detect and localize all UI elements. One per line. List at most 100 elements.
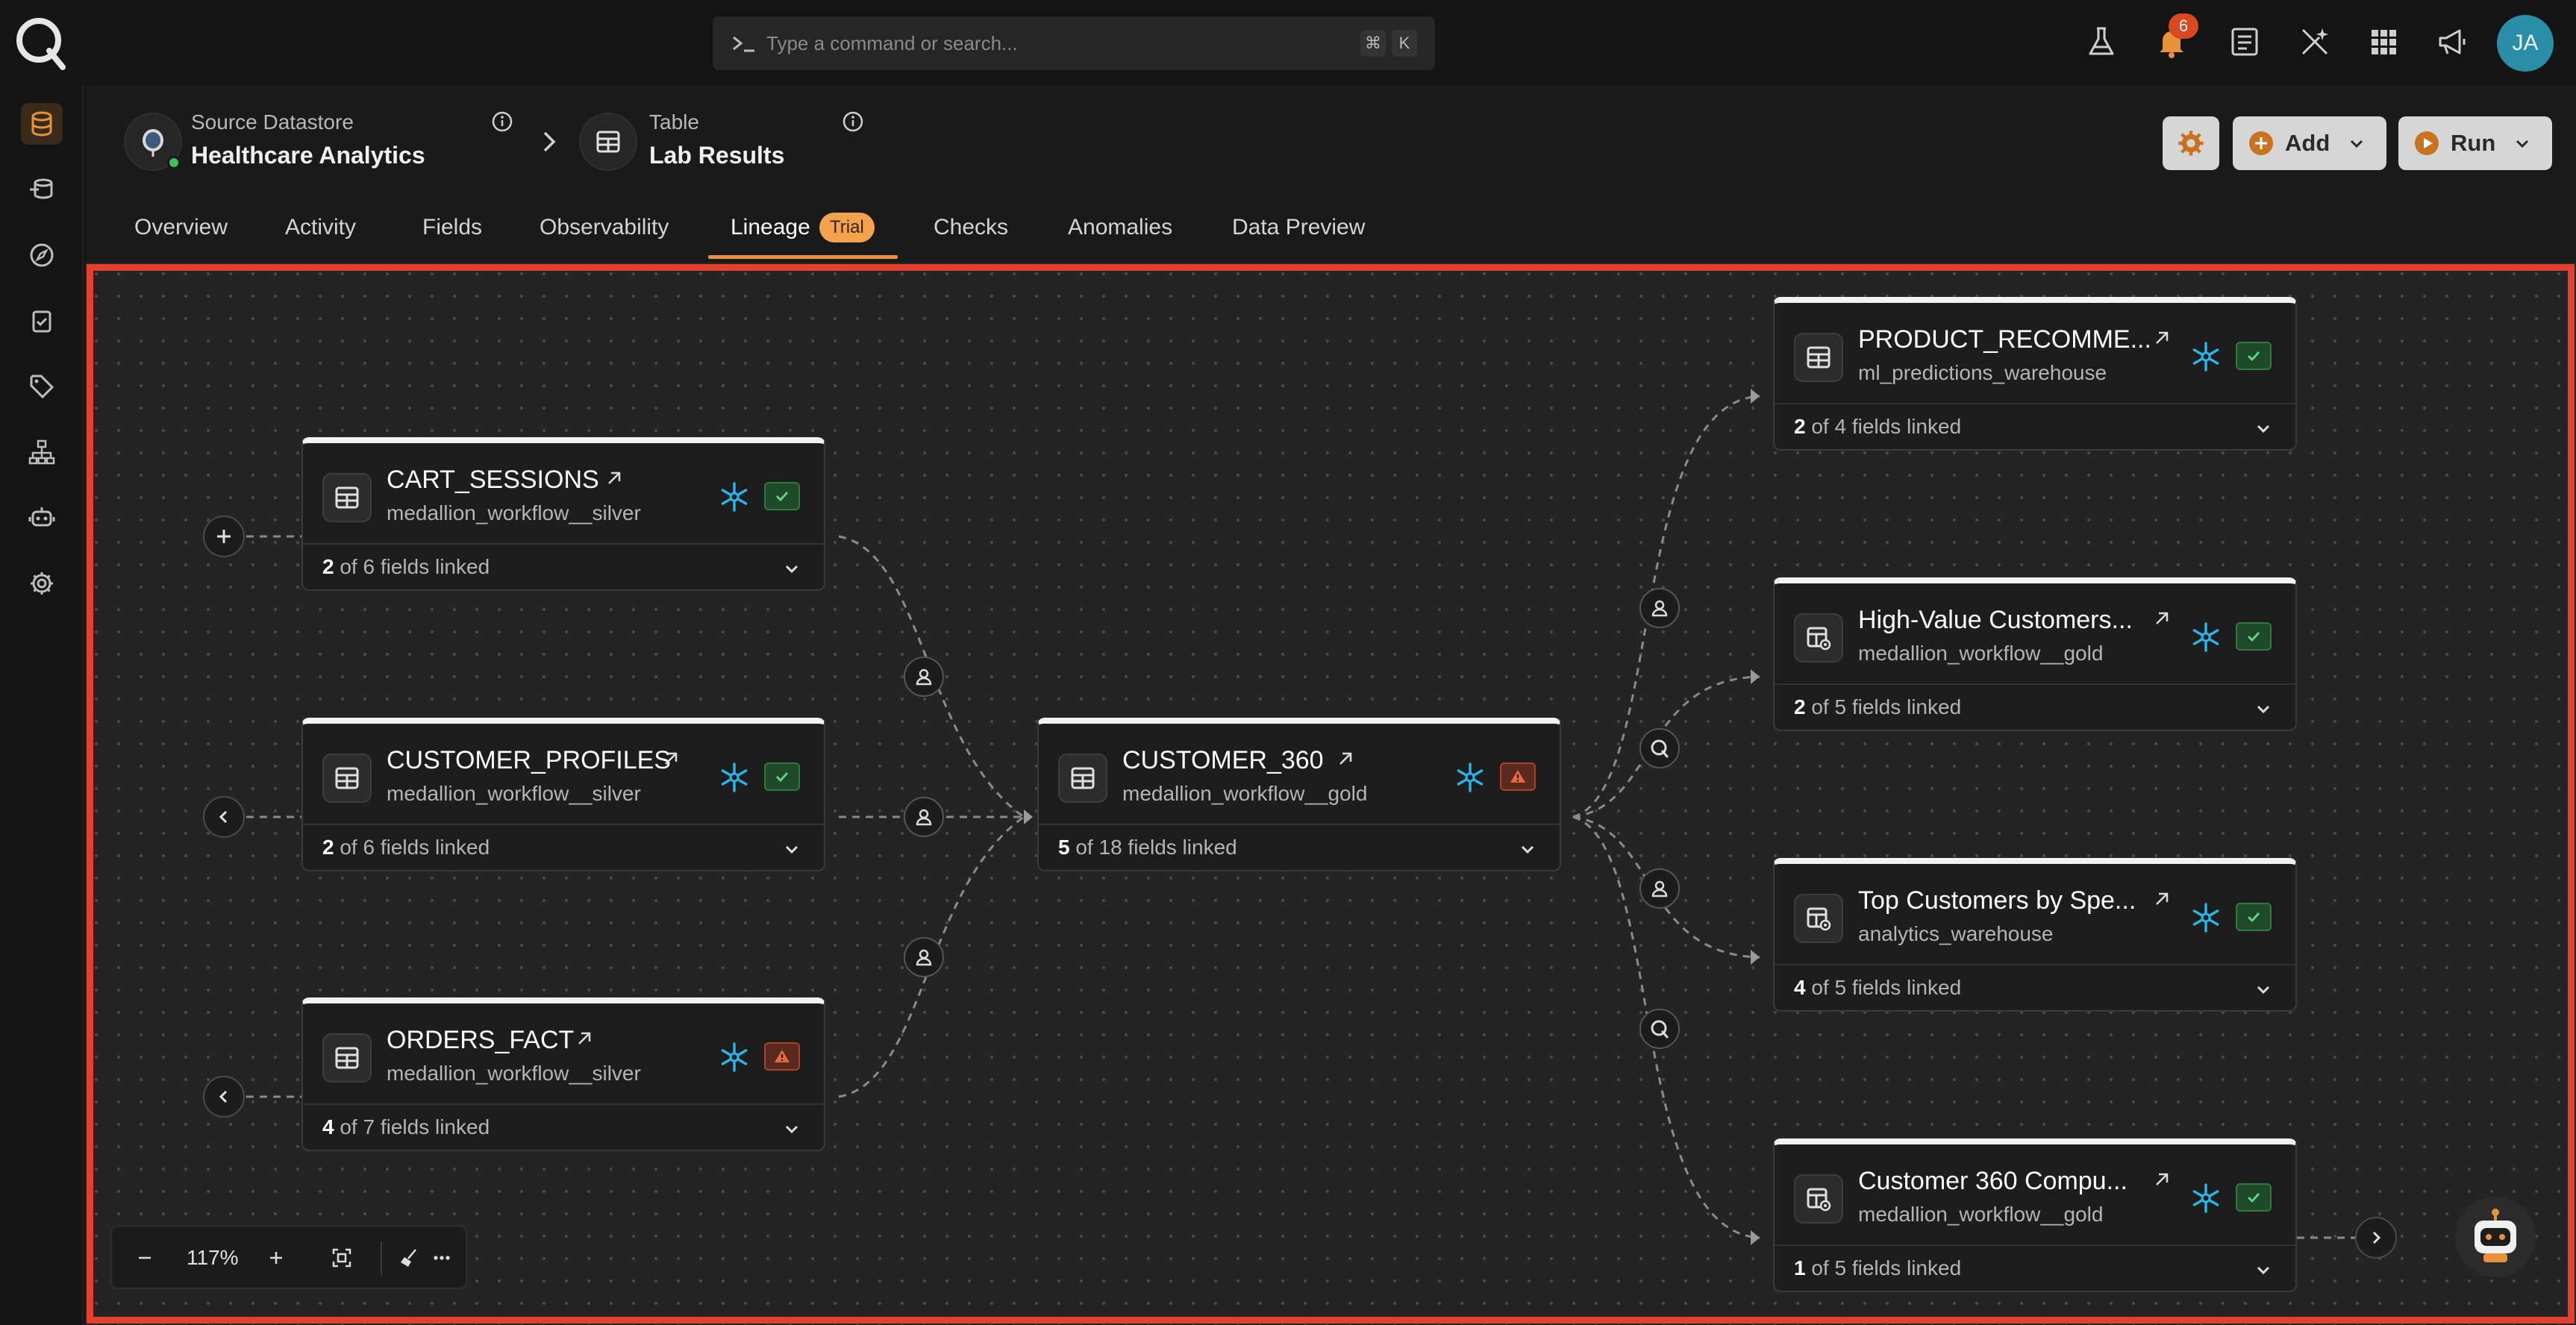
lineage-node-customer-360-computed[interactable]: Customer 360 Compu... medallion_workflow… xyxy=(1773,1138,2297,1292)
table-icon xyxy=(322,754,372,803)
lineage-node-orders-fact[interactable]: ORDERS_FACT medallion_workflow__silver 4… xyxy=(301,997,825,1151)
table-icon xyxy=(1794,333,1843,382)
external-link-icon[interactable] xyxy=(603,467,625,489)
computed-table-icon xyxy=(1794,1174,1843,1224)
node-name: CART_SESSIONS xyxy=(387,466,599,494)
node-schema: medallion_workflow__gold xyxy=(1858,642,2104,665)
node-name: CUSTOMER_360 xyxy=(1122,746,1324,774)
node-schema: medallion_workflow__silver xyxy=(387,1062,641,1085)
status-warning-badge xyxy=(764,1042,800,1071)
node-name: CUSTOMER_PROFILES xyxy=(387,746,672,774)
fit-view-button[interactable] xyxy=(325,1241,358,1274)
external-link-icon[interactable] xyxy=(660,748,682,770)
user-icon[interactable] xyxy=(1639,588,1680,628)
fields-linked: 5 of 18 fields linked xyxy=(1058,836,1237,859)
plus-icon xyxy=(270,1252,282,1264)
computed-table-icon xyxy=(1794,613,1843,662)
chevron-down-icon[interactable] xyxy=(781,558,803,580)
snowflake-icon xyxy=(721,762,748,792)
fields-linked: 2 of 4 fields linked xyxy=(1794,415,1962,438)
user-icon[interactable] xyxy=(904,657,944,697)
zoom-out-button[interactable] xyxy=(128,1241,161,1274)
lineage-node-customer-360[interactable]: CUSTOMER_360 medallion_workflow__gold 5 … xyxy=(1037,718,1561,871)
collapse-upstream-button[interactable] xyxy=(203,1076,245,1118)
zoom-in-button[interactable] xyxy=(260,1241,293,1274)
chevron-down-icon[interactable] xyxy=(2252,1259,2275,1282)
table-icon xyxy=(322,1033,372,1083)
node-schema: analytics_warehouse xyxy=(1858,922,2054,945)
user-icon[interactable] xyxy=(904,797,944,837)
minus-icon xyxy=(139,1256,151,1259)
user-icon[interactable] xyxy=(904,937,944,977)
expand-downstream-button[interactable] xyxy=(2355,1217,2397,1259)
chevron-down-icon[interactable] xyxy=(781,839,803,861)
status-ok-badge xyxy=(2236,622,2272,651)
node-schema: medallion_workflow__gold xyxy=(1122,782,1368,805)
snowflake-icon xyxy=(721,1042,748,1072)
table-icon xyxy=(1058,754,1107,803)
external-link-icon[interactable] xyxy=(2151,327,2173,349)
chevron-down-icon[interactable] xyxy=(1516,839,1539,861)
lineage-node-cart-sessions[interactable]: CART_SESSIONS medallion_workflow__silver… xyxy=(301,437,825,591)
zoom-toolbar: 117% xyxy=(110,1225,467,1289)
fields-linked: 1 of 5 fields linked xyxy=(1794,1256,1962,1279)
check-icon xyxy=(775,491,789,502)
plus-icon xyxy=(217,530,231,543)
chevron-left-icon xyxy=(219,810,228,824)
status-ok-badge xyxy=(764,482,800,510)
node-name: PRODUCT_RECOMME... xyxy=(1858,325,2151,354)
chevron-down-icon[interactable] xyxy=(2252,979,2275,1001)
chevron-down-icon[interactable] xyxy=(2252,698,2275,721)
table-icon xyxy=(322,473,372,522)
robot-assistant-icon xyxy=(2475,1209,2516,1262)
collapse-upstream-button[interactable] xyxy=(203,796,245,838)
external-link-icon[interactable] xyxy=(2151,607,2173,630)
more-options-button[interactable] xyxy=(425,1241,458,1274)
check-icon xyxy=(2247,351,2260,362)
chevron-down-icon[interactable] xyxy=(781,1118,803,1141)
node-schema: medallion_workflow__gold xyxy=(1858,1203,2104,1226)
lineage-node-product-recommendations[interactable]: PRODUCT_RECOMME... ml_predictions_wareho… xyxy=(1773,297,2297,451)
clean-layout-button[interactable] xyxy=(393,1241,425,1274)
external-link-icon[interactable] xyxy=(2151,1168,2173,1191)
snowflake-icon xyxy=(2192,622,2219,652)
check-icon xyxy=(775,771,789,783)
check-icon xyxy=(2247,631,2260,642)
status-ok-badge xyxy=(2236,903,2272,931)
fields-linked: 2 of 5 fields linked xyxy=(1794,695,1962,718)
check-icon xyxy=(2247,912,2260,923)
status-ok-badge xyxy=(2236,342,2272,370)
external-link-icon[interactable] xyxy=(573,1027,595,1050)
fields-linked: 4 of 5 fields linked xyxy=(1794,976,1962,999)
broom-icon xyxy=(401,1249,416,1267)
lineage-node-top-customers[interactable]: Top Customers by Spe... analytics_wareho… xyxy=(1773,858,2297,1012)
node-name: Top Customers by Spe... xyxy=(1858,886,2136,915)
lineage-node-customer-profiles[interactable]: CUSTOMER_PROFILES medallion_workflow__si… xyxy=(301,718,825,871)
lineage-node-high-value-customers[interactable]: High-Value Customers... medallion_workfl… xyxy=(1773,577,2297,731)
assistant-bot-button[interactable] xyxy=(2455,1197,2536,1277)
chevron-right-icon xyxy=(2372,1231,2381,1244)
node-name: ORDERS_FACT xyxy=(387,1026,575,1054)
external-link-icon[interactable] xyxy=(1334,748,1357,770)
snowflake-icon xyxy=(2192,1183,2219,1213)
node-schema: ml_predictions_warehouse xyxy=(1858,361,2107,384)
fields-linked: 2 of 6 fields linked xyxy=(322,836,490,859)
snowflake-icon xyxy=(721,482,748,512)
check-icon xyxy=(2247,1192,2260,1203)
user-icon[interactable] xyxy=(1639,868,1680,909)
more-horizontal-icon xyxy=(434,1256,450,1260)
expand-upstream-button[interactable] xyxy=(203,516,245,557)
qualytics-icon[interactable] xyxy=(1639,1009,1680,1049)
snowflake-icon xyxy=(1457,762,1484,792)
node-schema: medallion_workflow__silver xyxy=(387,501,641,524)
status-ok-badge xyxy=(764,762,800,791)
zoom-level: 117% xyxy=(187,1246,239,1269)
fit-view-icon xyxy=(332,1248,351,1268)
warning-icon xyxy=(1510,770,1525,783)
status-ok-badge xyxy=(2236,1183,2272,1212)
qualytics-icon[interactable] xyxy=(1639,728,1680,768)
node-name: High-Value Customers... xyxy=(1858,606,2133,634)
status-warning-badge xyxy=(1500,762,1536,791)
chevron-down-icon[interactable] xyxy=(2252,418,2275,440)
external-link-icon[interactable] xyxy=(2151,888,2173,910)
